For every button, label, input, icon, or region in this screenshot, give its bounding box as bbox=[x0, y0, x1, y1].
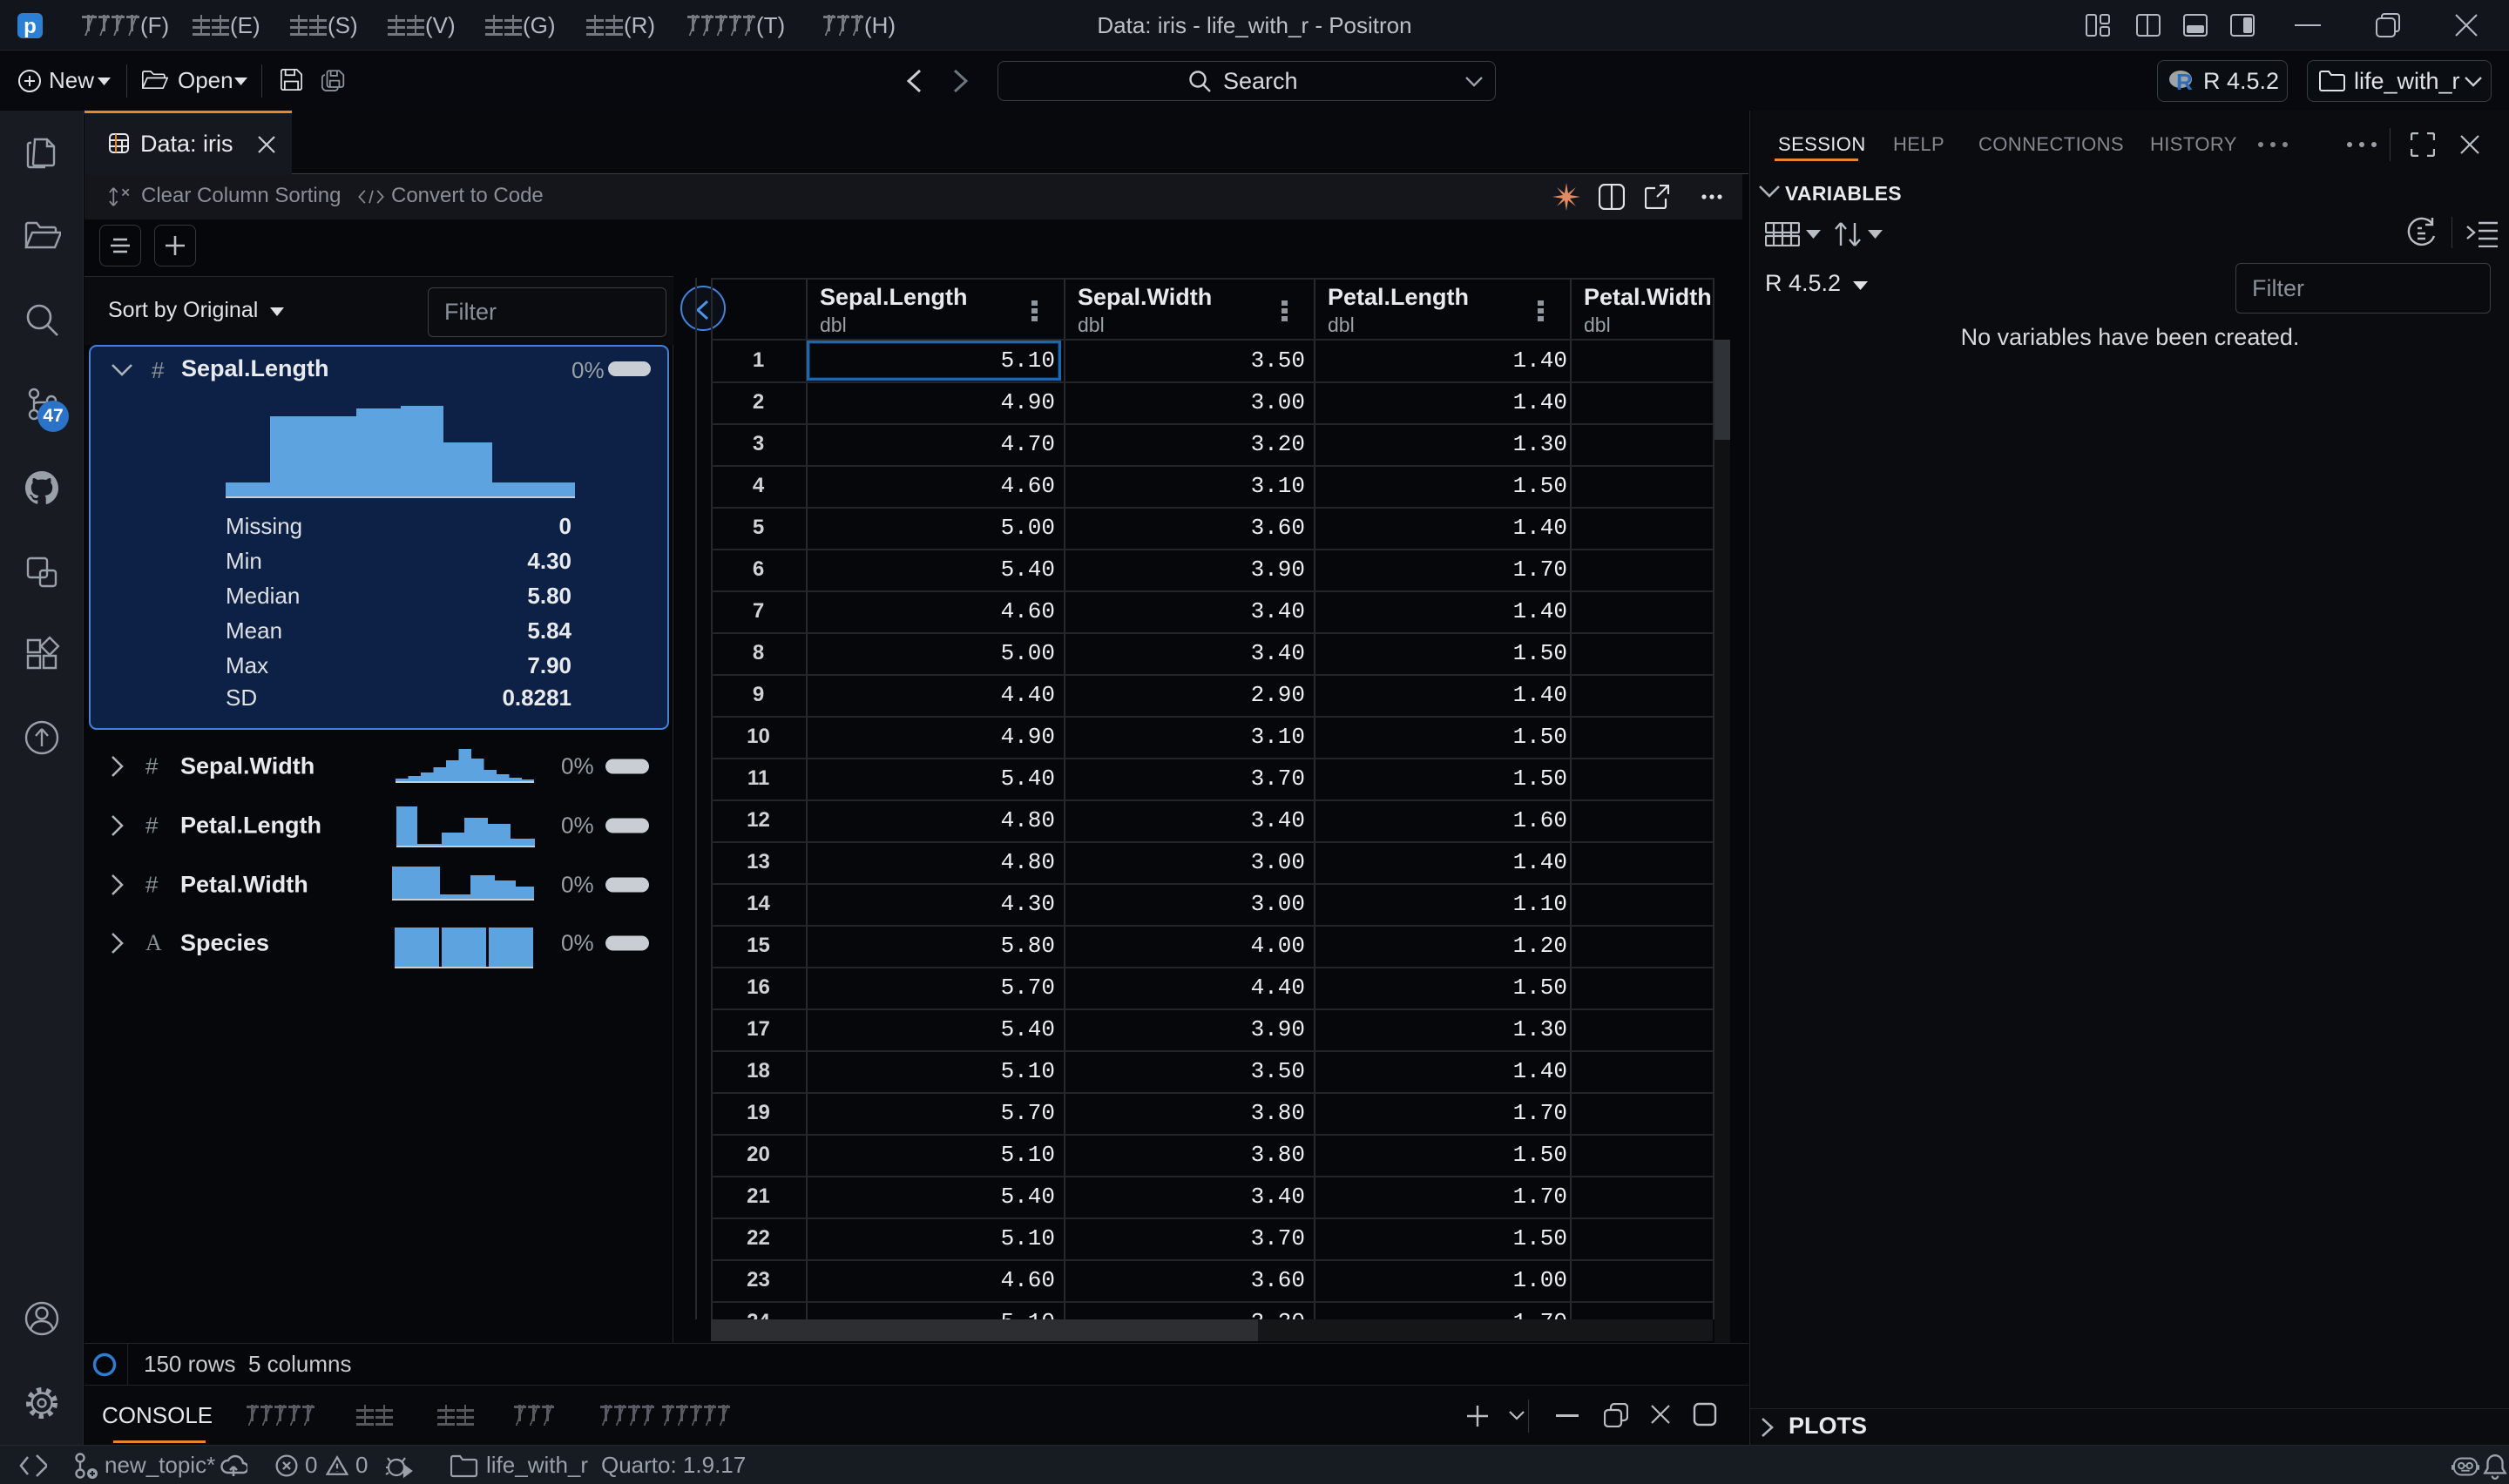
svg-text:R: R bbox=[2176, 69, 2193, 93]
